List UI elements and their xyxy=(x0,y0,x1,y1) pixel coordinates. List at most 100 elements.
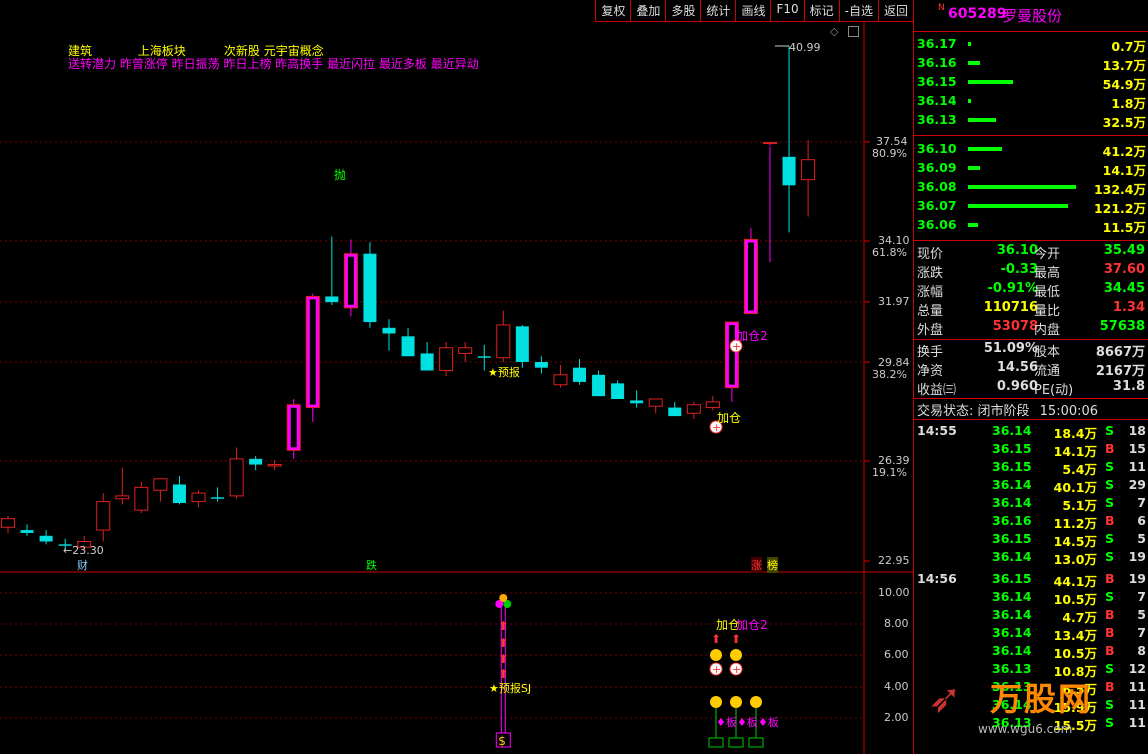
tick-direction: S xyxy=(1105,589,1115,604)
order-book-row[interactable]: 36.10 41.2万 xyxy=(914,139,1148,159)
tick-direction: B xyxy=(1105,643,1115,658)
order-volume-bar xyxy=(968,185,1076,189)
board-label: ♦板 xyxy=(716,716,737,729)
tick-price: 36.14 xyxy=(992,625,1032,640)
quote-value: 2167万 xyxy=(1095,364,1145,379)
order-book-row[interactable]: 36.15 54.9万 xyxy=(914,72,1148,92)
order-price: 36.10 xyxy=(917,141,957,156)
board-label: ♦板 xyxy=(758,716,779,729)
moneybag-icon xyxy=(750,696,762,708)
candle-body xyxy=(668,407,682,417)
order-price: 36.15 xyxy=(917,74,957,89)
order-book-row[interactable]: 36.17 0.7万 xyxy=(914,34,1148,54)
quote-label: PE(动) xyxy=(1034,383,1074,398)
quote-label: 内盘 xyxy=(1034,323,1061,338)
order-book-row[interactable]: 36.06 11.5万 xyxy=(914,215,1148,235)
chart-toolbar: 复权 叠加 多股 统计 画线 F10 标记 -自选 返回 xyxy=(595,0,913,22)
order-book-row[interactable]: 36.07 121.2万 xyxy=(914,196,1148,216)
quote-label: 收益㈢ xyxy=(917,383,957,398)
tick-count: 7 xyxy=(1137,589,1146,604)
panel-toggle-icon[interactable] xyxy=(848,26,859,37)
tick-direction: S xyxy=(1105,459,1115,474)
quote-label: 量比 xyxy=(1034,304,1061,319)
axis-label: 61.8% xyxy=(872,246,907,259)
watermark-url: www.wgu6.com xyxy=(978,722,1073,736)
candle-body xyxy=(553,374,568,386)
mark-button[interactable]: 标记 xyxy=(805,0,840,21)
draw-line-button[interactable]: 画线 xyxy=(736,0,772,21)
overlay-button[interactable]: 叠加 xyxy=(631,0,667,21)
order-volume-bar xyxy=(968,204,1068,208)
tick-count: 6 xyxy=(1137,513,1146,528)
order-book-row[interactable]: 36.16 13.7万 xyxy=(914,53,1148,73)
sub-forecast-label: ★预报SJ xyxy=(489,682,532,695)
kline-chart[interactable]: ⬆⬆⬆⬆$⬆+⬆+++ xyxy=(0,0,913,754)
trade-status-time: 15:00:06 xyxy=(1039,404,1099,419)
restore-rights-button[interactable]: 复权 xyxy=(596,0,632,21)
tick-price: 36.14 xyxy=(992,589,1032,604)
statistics-button[interactable]: 统计 xyxy=(701,0,737,21)
up-arrow-icon: ⬆ xyxy=(498,652,508,666)
tick-count: 18 xyxy=(1128,423,1146,438)
kline-chart-area[interactable]: ⬆ ⬆ ⬆ ⬆ $ ⬆ + ⬆ + + + 复权 叠加 多股 统计 画线 F10 标记 -自选 返回… xyxy=(0,0,913,754)
tick-count: 7 xyxy=(1137,625,1146,640)
order-book-row[interactable]: 36.14 1.8万 xyxy=(914,91,1148,111)
order-volume: 32.5万 xyxy=(1102,115,1146,130)
tick-count: 29 xyxy=(1128,477,1146,492)
axis-label: 22.95 xyxy=(878,554,910,567)
diamond-icon[interactable]: ◇ xyxy=(830,25,838,38)
candle-body xyxy=(96,501,111,531)
limit-up-badge[interactable]: 涨 xyxy=(751,557,762,573)
watchlist-button[interactable]: -自选 xyxy=(840,0,879,21)
candle-body xyxy=(477,356,491,358)
quote-value: 31.8 xyxy=(1112,379,1145,394)
forecast-label: ★预报 xyxy=(488,366,520,379)
order-book-row[interactable]: 36.08 132.4万 xyxy=(914,177,1148,197)
up-arrow-icon: ⬆ xyxy=(498,636,508,650)
quote-value: -0.91% xyxy=(987,281,1039,296)
tick-direction: S xyxy=(1105,549,1115,564)
order-book-row[interactable]: 36.13 32.5万 xyxy=(914,110,1148,130)
watermark-text: 万股网 xyxy=(990,680,1093,718)
quote-label: 最高 xyxy=(1034,266,1061,281)
multi-stock-button[interactable]: 多股 xyxy=(666,0,702,21)
candle-body xyxy=(534,361,548,368)
back-button[interactable]: 返回 xyxy=(879,0,913,21)
tick-direction: B xyxy=(1105,441,1115,456)
order-price: 36.07 xyxy=(917,198,957,213)
candle-body xyxy=(496,324,511,359)
tick-row: 14:56 36.15 44.1万 B 19 xyxy=(914,570,1148,589)
divider xyxy=(914,398,1148,399)
drop-badge[interactable]: 跌 xyxy=(366,557,377,573)
tick-row: 36.15 14.5万 S 5 xyxy=(914,530,1148,549)
ranking-badge[interactable]: 榜 xyxy=(767,557,778,573)
quote-label: 总量 xyxy=(917,304,944,319)
candle-body xyxy=(439,347,454,372)
candle-body xyxy=(153,478,168,491)
sub-axis-label: 4.00 xyxy=(884,680,909,693)
candle-body xyxy=(592,374,606,397)
order-price: 36.06 xyxy=(917,217,957,232)
quote-label: 流通 xyxy=(1034,364,1061,379)
order-book-row[interactable]: 36.09 14.1万 xyxy=(914,158,1148,178)
candle-body-inner xyxy=(747,242,754,311)
tick-row: 36.14 4.7万 B 5 xyxy=(914,606,1148,625)
f10-button[interactable]: F10 xyxy=(771,0,805,21)
order-volume-bar xyxy=(968,147,1002,151)
quote-label: 涨幅 xyxy=(917,285,944,300)
sub-add2-label: 加仓2 xyxy=(736,618,768,632)
candle-body xyxy=(249,458,263,465)
watermark: ➶ 万股网 www.wgu6.com xyxy=(928,670,1148,754)
quote-value: 53078 xyxy=(992,319,1038,334)
candle-body xyxy=(20,530,34,533)
tick-time: 14:55 xyxy=(917,423,957,438)
tick-price: 36.16 xyxy=(992,513,1032,528)
stock-header: N 605289 罗曼股份 xyxy=(914,0,1148,32)
moneybag-icon xyxy=(710,696,722,708)
candle-body xyxy=(115,495,130,500)
divider xyxy=(914,339,1148,340)
finance-badge[interactable]: 财 xyxy=(77,557,88,573)
candle-body xyxy=(211,497,225,499)
candle-body xyxy=(801,159,816,181)
order-price: 36.08 xyxy=(917,179,957,194)
